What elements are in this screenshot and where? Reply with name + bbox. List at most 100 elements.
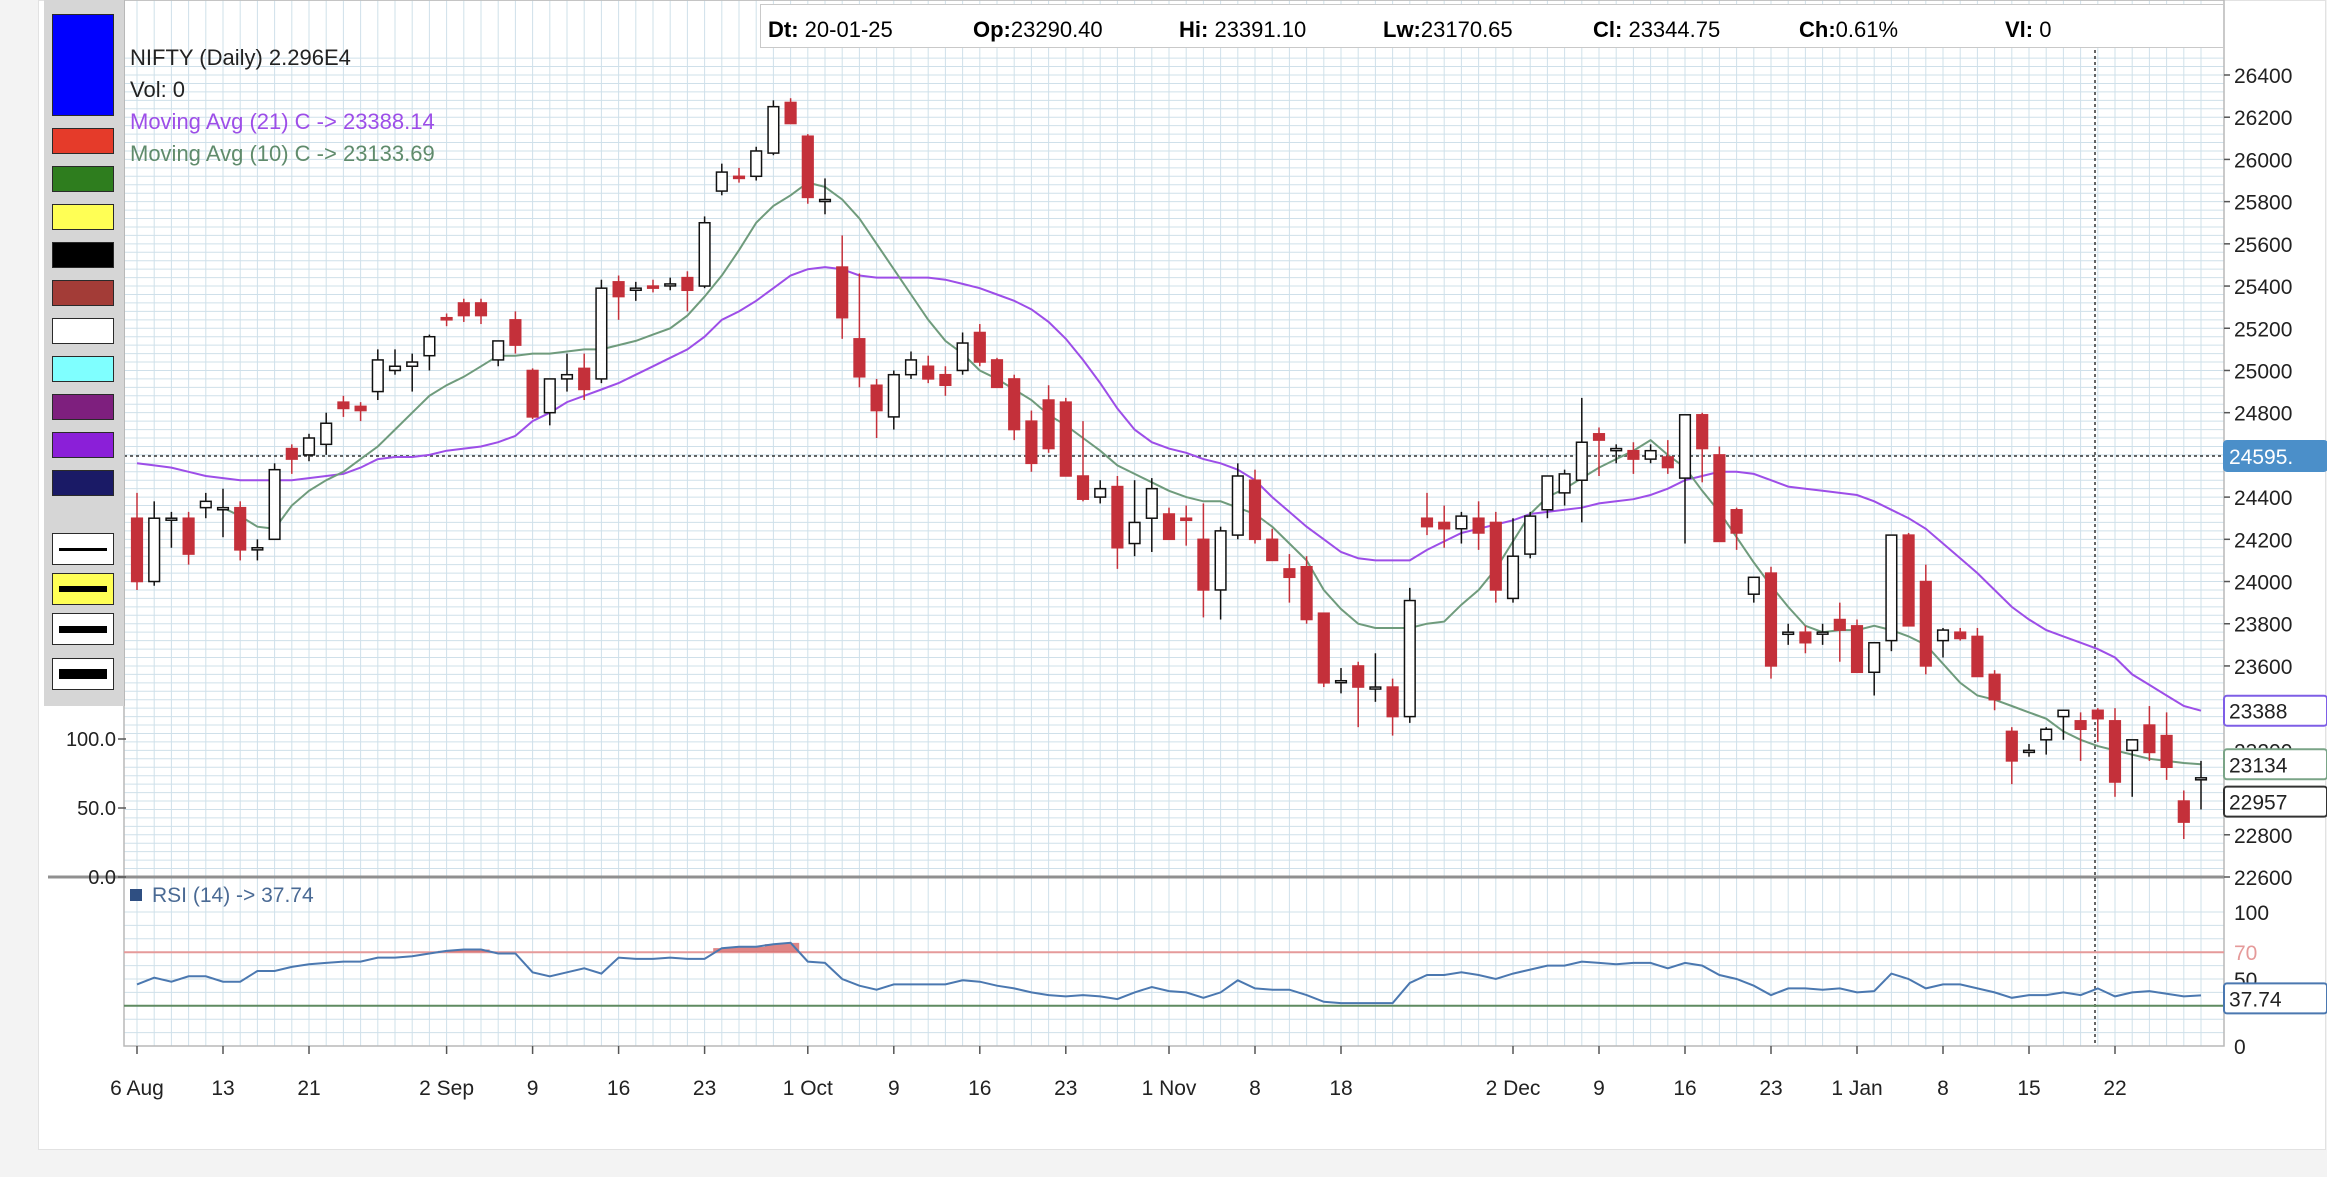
rsi-y-tick-label: 100 bbox=[2234, 902, 2269, 925]
color-swatch[interactable] bbox=[52, 394, 114, 420]
candle-body bbox=[990, 359, 1004, 389]
line-width-button[interactable] bbox=[52, 533, 114, 565]
y-tick-label: 23800 bbox=[2234, 614, 2292, 637]
close-readout: Cl: 23344.75 bbox=[1593, 17, 1721, 42]
color-swatch[interactable] bbox=[52, 356, 114, 382]
candle-body bbox=[1575, 441, 1588, 481]
color-swatch[interactable] bbox=[52, 470, 114, 496]
y-tick-label: 25200 bbox=[2234, 318, 2292, 341]
candle-body bbox=[1954, 631, 1967, 640]
candle-body bbox=[1248, 479, 1262, 541]
color-swatch[interactable] bbox=[52, 318, 114, 344]
candle-body bbox=[1644, 449, 1657, 460]
candle-body bbox=[1180, 517, 1193, 522]
candle-body bbox=[767, 105, 780, 154]
left-axis-label: 0.0 bbox=[88, 867, 116, 889]
candle-body bbox=[2057, 709, 2070, 718]
candle-body bbox=[1300, 566, 1313, 621]
y-tick-label: 23600 bbox=[2234, 656, 2292, 679]
candle-body bbox=[715, 171, 728, 192]
candle-body bbox=[285, 447, 298, 460]
candle-body bbox=[251, 547, 264, 551]
x-tick-label: 16 bbox=[607, 1077, 630, 1100]
high-readout: Hi: 23391.10 bbox=[1179, 17, 1307, 42]
x-tick-label: 9 bbox=[1593, 1077, 1605, 1100]
y-tick-label: 25800 bbox=[2234, 192, 2292, 215]
color-swatch[interactable] bbox=[52, 128, 114, 154]
candle-body bbox=[1885, 534, 1898, 642]
candle-body bbox=[939, 373, 952, 386]
x-tick-label: 15 bbox=[2017, 1077, 2040, 1100]
candle-body bbox=[612, 281, 625, 298]
ma10-line bbox=[222, 181, 2202, 766]
color-swatch[interactable] bbox=[52, 166, 114, 192]
x-tick-label: 1 Nov bbox=[1142, 1077, 1197, 1100]
color-swatch[interactable] bbox=[52, 242, 114, 268]
candle-body bbox=[543, 378, 556, 414]
candle-body bbox=[1902, 534, 1915, 627]
candle-body bbox=[560, 373, 574, 380]
candle-body bbox=[1076, 475, 1090, 500]
x-tick-label: 23 bbox=[1054, 1077, 1077, 1100]
candle-body bbox=[1730, 509, 1743, 534]
candle-body bbox=[836, 266, 849, 319]
candle-body bbox=[1455, 515, 1468, 530]
candle-body bbox=[698, 221, 711, 287]
candle-body bbox=[1266, 538, 1279, 562]
candle-body bbox=[629, 287, 642, 292]
ma21-legend: Moving Avg (21) C -> 23388.14 bbox=[130, 109, 435, 134]
candle-body bbox=[440, 316, 453, 321]
candle-body bbox=[1369, 686, 1382, 690]
ma10-value-label: 23134 bbox=[2229, 754, 2288, 777]
y-tick-label: 26400 bbox=[2234, 65, 2292, 88]
candle-body bbox=[1782, 631, 1795, 636]
candle-body bbox=[578, 367, 591, 391]
color-swatch[interactable] bbox=[52, 204, 114, 230]
price-chart[interactable]: 100.050.00.02260022800230002320023400236… bbox=[0, 0, 2327, 1177]
candle-body bbox=[1971, 635, 1984, 678]
y-tick-label: 24400 bbox=[2234, 487, 2292, 510]
candle-body bbox=[1059, 401, 1072, 477]
candle-body bbox=[1438, 521, 1451, 530]
candle-body bbox=[2194, 777, 2208, 781]
y-tick-label: 25600 bbox=[2234, 234, 2292, 257]
line-width-button[interactable] bbox=[52, 613, 114, 645]
x-tick-label: 23 bbox=[693, 1077, 716, 1100]
line-width-button[interactable] bbox=[52, 658, 114, 690]
candle-body bbox=[216, 506, 230, 511]
color-swatch[interactable] bbox=[52, 432, 114, 458]
x-tick-label: 8 bbox=[1937, 1077, 1949, 1100]
candle-body bbox=[2108, 720, 2122, 783]
rsi-legend-icon bbox=[130, 889, 142, 901]
x-tick-label: 16 bbox=[968, 1077, 991, 1100]
x-tick-label: 9 bbox=[527, 1077, 539, 1100]
candle-body bbox=[337, 401, 350, 410]
candle-body bbox=[1747, 576, 1760, 595]
candle-body bbox=[1936, 629, 1950, 642]
candle-body bbox=[1678, 414, 1692, 479]
date-readout: Dt: 20-01-25 bbox=[768, 17, 893, 42]
candle-body bbox=[2022, 749, 2036, 754]
y-tick-label: 26200 bbox=[2234, 107, 2292, 130]
y-tick-label: 25400 bbox=[2234, 276, 2292, 299]
candle-body bbox=[1111, 485, 1124, 549]
candle-body bbox=[371, 359, 384, 393]
x-tick-label: 21 bbox=[297, 1077, 320, 1100]
color-swatch[interactable] bbox=[52, 14, 114, 116]
candle-body bbox=[1661, 456, 1674, 469]
candle-body bbox=[492, 340, 505, 361]
candle-body bbox=[1919, 580, 1932, 667]
x-tick-label: 23 bbox=[1759, 1077, 1782, 1100]
candle-body bbox=[1145, 487, 1158, 519]
last-price-label: 22957 bbox=[2229, 792, 2287, 815]
candle-body bbox=[199, 500, 212, 509]
color-swatch[interactable] bbox=[52, 280, 114, 306]
candle-body bbox=[1352, 665, 1365, 688]
line-width-button[interactable] bbox=[52, 573, 114, 605]
x-tick-label: 9 bbox=[888, 1077, 900, 1100]
candle-body bbox=[2074, 720, 2087, 731]
candle-body bbox=[268, 468, 281, 541]
candle-body bbox=[1025, 420, 1038, 465]
candle-body bbox=[2160, 734, 2173, 769]
x-tick-label: 6 Aug bbox=[110, 1077, 164, 1100]
